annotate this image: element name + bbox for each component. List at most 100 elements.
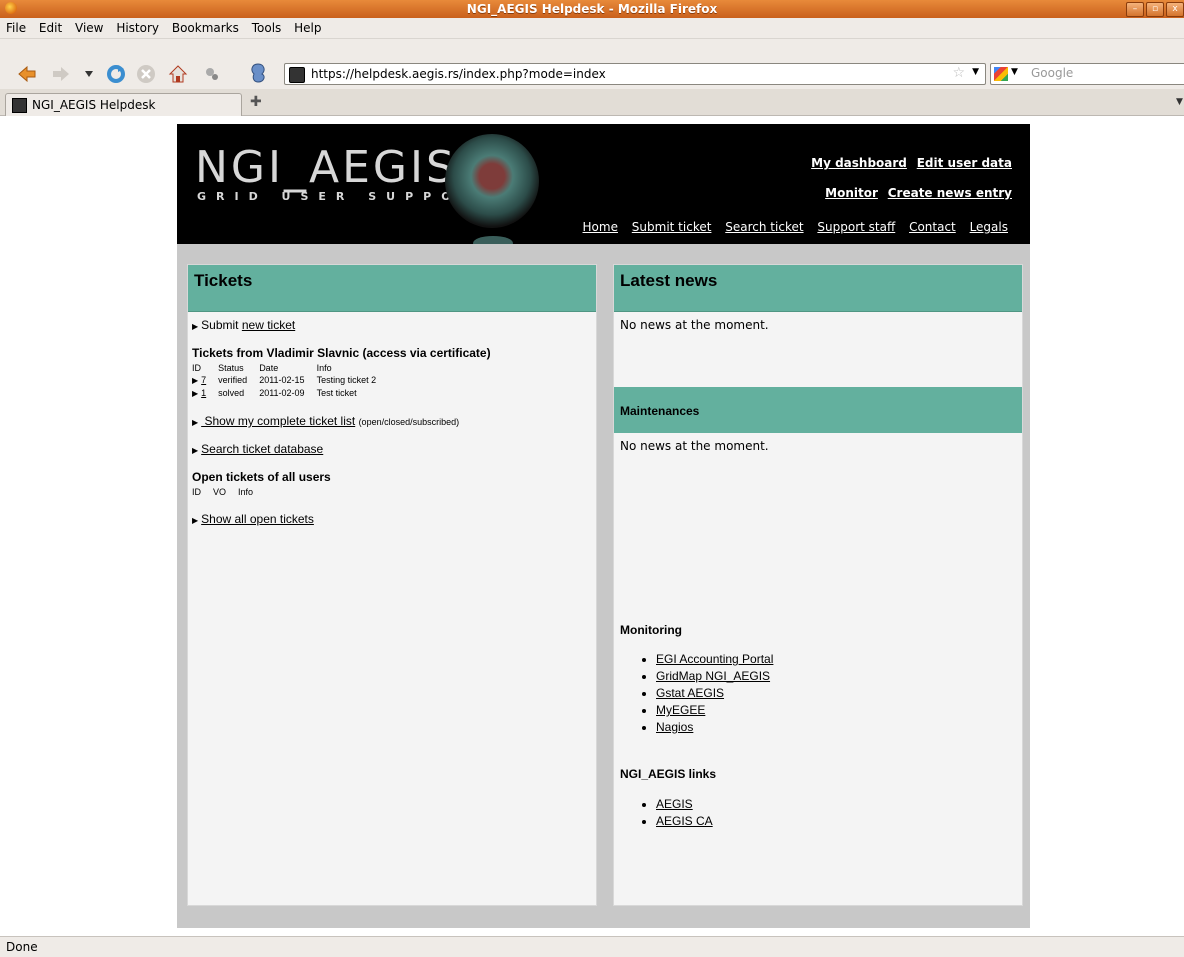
new-ticket-link[interactable]: new ticket [242, 318, 295, 332]
col-date: Date [259, 363, 279, 373]
open-tickets-title: Open tickets of all users [192, 470, 331, 484]
submit-prefix: Submit [201, 318, 239, 332]
complete-ticket-list-link[interactable]: Show my complete ticket list [201, 414, 355, 428]
google-icon[interactable] [994, 67, 1008, 81]
nav-contact[interactable]: Contact [909, 220, 956, 234]
table-header-row: ID Status Date Info [192, 362, 388, 374]
gridmap-link[interactable]: GridMap NGI_AEGIS [656, 669, 770, 683]
my-tickets-title: Tickets from Vladimir Slavnic (access vi… [192, 346, 491, 360]
logo-main[interactable]: NGI_AEGIS [195, 144, 457, 192]
tickets-body: ▶ Submit new ticket Tickets from Vladimir… [188, 312, 596, 532]
ticket-info: Testing ticket 2 [316, 375, 377, 385]
history-dropdown-icon[interactable] [84, 70, 94, 78]
col-id: ID [192, 363, 201, 373]
search-bar[interactable]: ▼ Google [990, 63, 1184, 85]
addon-icon[interactable] [248, 62, 268, 84]
table-row: ▶ 7 verified 2011-02-15 Testing ticket 2 [192, 374, 388, 387]
tickets-header: Tickets [188, 265, 596, 312]
main-nav: Home Submit ticket Search ticket Support… [573, 220, 1008, 234]
tools-icon[interactable] [204, 66, 220, 82]
maintenances-empty: No news at the moment. [620, 439, 769, 453]
menu-file[interactable]: File [6, 18, 26, 38]
aegis-links-list: AEGIS AEGIS CA [620, 796, 713, 830]
search-engine-dropdown-icon[interactable]: ▼ [1011, 67, 1018, 77]
submit-line: ▶ Submit new ticket [192, 318, 592, 332]
egi-accounting-link[interactable]: EGI Accounting Portal [656, 652, 773, 666]
ticket-info: Test ticket [316, 388, 357, 398]
my-dashboard-link[interactable]: My dashboard [811, 156, 907, 170]
menu-bookmarks[interactable]: Bookmarks [172, 18, 239, 38]
ticket-id-link[interactable]: 7 [201, 375, 206, 385]
my-tickets-table: ID Status Date Info ▶ 7 verified 2011-02-… [192, 362, 388, 400]
show-all-open-tickets-link[interactable]: Show all open tickets [201, 512, 314, 526]
monitor-link[interactable]: Monitor [825, 186, 878, 200]
forward-icon[interactable] [52, 66, 70, 82]
window-title-bar: NGI_AEGIS Helpdesk - Mozilla Firefox – ▫… [0, 0, 1184, 18]
list-item: GridMap NGI_AEGIS [656, 668, 773, 685]
list-item: Nagios [656, 719, 773, 736]
news-empty: No news at the moment. [620, 318, 769, 332]
bookmark-star-icon[interactable]: ☆ [952, 65, 965, 81]
admin-links: Monitor Create news entry [819, 186, 1012, 200]
myegee-link[interactable]: MyEGEE [656, 703, 705, 717]
nav-search-ticket[interactable]: Search ticket [725, 220, 803, 234]
minimize-button[interactable]: – [1126, 2, 1144, 17]
tab-favicon [12, 98, 27, 113]
site-wrapper: NGI_AEGIS GRID USER SUPPORT My dashboard… [177, 124, 1030, 928]
stop-icon[interactable] [136, 64, 156, 84]
bullet-triangle-icon: ▶ [192, 322, 199, 331]
aegis-ca-link[interactable]: AEGIS CA [656, 814, 713, 828]
tab-helpdesk[interactable]: NGI_AEGIS Helpdesk [5, 93, 242, 116]
site-favicon [289, 67, 305, 83]
bullet-triangle-icon: ▶ [192, 446, 199, 455]
page-content: NGI_AEGIS GRID USER SUPPORT My dashboard… [0, 116, 1184, 936]
nav-support-staff[interactable]: Support staff [817, 220, 895, 234]
new-tab-icon[interactable]: ✚ [250, 94, 262, 110]
menu-history[interactable]: History [116, 18, 159, 38]
menu-help[interactable]: Help [294, 18, 321, 38]
ticket-status: verified [218, 375, 248, 385]
col-vo: VO [213, 487, 227, 497]
window-title: NGI_AEGIS Helpdesk - Mozilla Firefox [466, 2, 718, 16]
maximize-button[interactable]: ▫ [1146, 2, 1164, 17]
window-controls: – ▫ x [1126, 2, 1184, 17]
list-item: EGI Accounting Portal [656, 651, 773, 668]
create-news-link[interactable]: Create news entry [888, 186, 1012, 200]
logo-reflection [473, 236, 513, 244]
site-header: NGI_AEGIS GRID USER SUPPORT My dashboard… [177, 124, 1030, 244]
menu-tools[interactable]: Tools [252, 18, 282, 38]
home-icon[interactable] [168, 64, 188, 84]
reload-icon[interactable] [106, 64, 126, 84]
url-bar[interactable]: https://helpdesk.aegis.rs/index.php?mode… [284, 63, 986, 85]
status-text: Done [6, 940, 38, 954]
aegis-links-title: NGI_AEGIS links [620, 767, 717, 781]
search-ticket-database-link[interactable]: Search ticket database [201, 442, 323, 456]
col-info: Info [238, 487, 254, 497]
nav-legals[interactable]: Legals [970, 220, 1008, 234]
bullet-triangle-icon: ▶ [192, 418, 199, 427]
tab-list-icon[interactable]: ▼ [1176, 97, 1183, 107]
bullet-triangle-icon: ▶ [192, 376, 199, 385]
news-title: Latest news [620, 271, 718, 290]
search-placeholder[interactable]: Google [1031, 66, 1073, 80]
menu-edit[interactable]: Edit [39, 18, 62, 38]
nav-home[interactable]: Home [583, 220, 618, 234]
ticket-id-cell: ▶ 7 [192, 374, 218, 387]
url-text[interactable]: https://helpdesk.aegis.rs/index.php?mode… [311, 66, 606, 82]
news-panel: Latest news No news at the moment. Maint… [613, 264, 1023, 906]
table-row: ▶ 1 solved 2011-02-09 Test ticket [192, 387, 388, 400]
nagios-link[interactable]: Nagios [656, 720, 693, 734]
edit-user-data-link[interactable]: Edit user data [917, 156, 1012, 170]
complete-list-line: ▶ Show my complete ticket list (open/clo… [192, 414, 592, 428]
menu-view[interactable]: View [75, 18, 103, 38]
aegis-link[interactable]: AEGIS [656, 797, 693, 811]
gstat-link[interactable]: Gstat AEGIS [656, 686, 724, 700]
complete-list-note: (open/closed/subscribed) [358, 417, 460, 427]
close-button[interactable]: x [1166, 2, 1184, 17]
open-tickets-table: ID VO Info [192, 486, 265, 498]
ticket-id-link[interactable]: 1 [201, 388, 206, 398]
back-icon[interactable] [18, 66, 36, 82]
status-bar: Done [0, 936, 1184, 957]
url-dropdown-icon[interactable]: ▼ [972, 67, 979, 77]
nav-submit-ticket[interactable]: Submit ticket [632, 220, 712, 234]
